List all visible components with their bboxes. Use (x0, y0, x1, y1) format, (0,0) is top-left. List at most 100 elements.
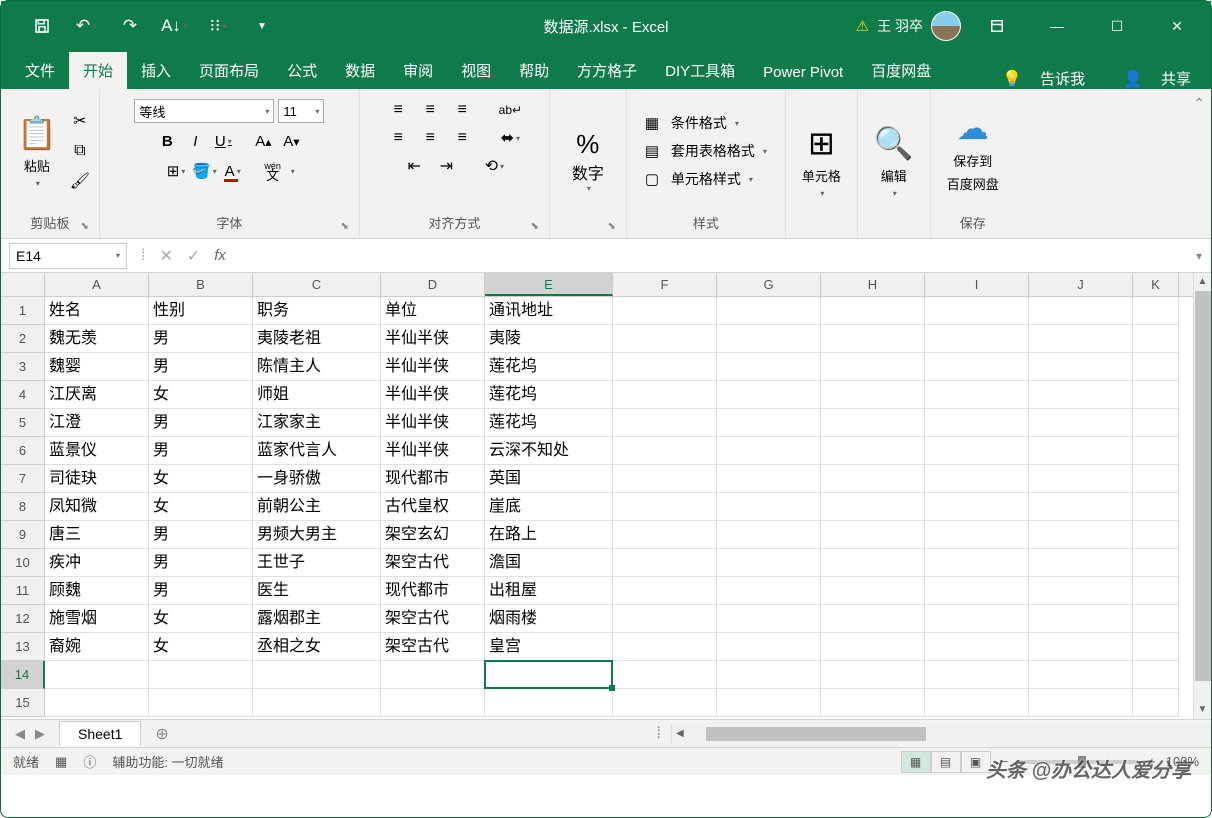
cell[interactable]: 女 (149, 465, 253, 493)
scroll-up-icon[interactable]: ▲ (1194, 273, 1211, 291)
ribbon-mode-icon[interactable] (973, 6, 1021, 46)
save-icon[interactable] (29, 13, 55, 39)
cancel-icon[interactable]: ✕ (159, 246, 172, 266)
cell[interactable] (613, 353, 717, 381)
column-header[interactable]: D (381, 273, 485, 296)
cell[interactable] (613, 325, 717, 353)
cell[interactable] (45, 689, 149, 717)
cell[interactable]: 出租屋 (485, 577, 613, 605)
tab-powerpivot[interactable]: Power Pivot (749, 56, 857, 89)
decrease-font-icon[interactable]: A▾ (279, 129, 303, 153)
cell[interactable]: 莲花坞 (485, 409, 613, 437)
cell[interactable] (381, 661, 485, 689)
cell[interactable]: 架空古代 (381, 549, 485, 577)
cell[interactable] (149, 689, 253, 717)
cell[interactable] (925, 297, 1029, 325)
column-header[interactable]: I (925, 273, 1029, 296)
cell[interactable]: 男 (149, 437, 253, 465)
cells-button[interactable]: ⊞ 单元格 ▾ (794, 120, 849, 202)
cell[interactable] (613, 661, 717, 689)
align-center-icon[interactable]: ≡ (417, 127, 443, 149)
cell[interactable] (1133, 689, 1179, 717)
format-as-table-button[interactable]: ▤套用表格格式▾ (639, 138, 773, 164)
cell[interactable] (717, 381, 821, 409)
cell[interactable]: 男 (149, 325, 253, 353)
cell[interactable] (1133, 493, 1179, 521)
dialog-launcher-icon[interactable]: ⬊ (80, 221, 88, 232)
cell[interactable] (925, 521, 1029, 549)
tab-home[interactable]: 开始 (69, 52, 127, 89)
cell[interactable] (613, 493, 717, 521)
undo-icon[interactable]: ↶▾ (73, 13, 99, 39)
cell[interactable] (717, 521, 821, 549)
cell[interactable] (717, 409, 821, 437)
cell[interactable] (717, 325, 821, 353)
increase-indent-icon[interactable]: ⇥ (433, 155, 459, 177)
cell[interactable] (613, 549, 717, 577)
sheet-nav-next-icon[interactable]: ▶ (35, 726, 45, 742)
cell[interactable]: 皇宫 (485, 633, 613, 661)
cell[interactable] (717, 633, 821, 661)
format-painter-icon[interactable]: 🖌 (69, 170, 91, 192)
add-sheet-icon[interactable]: ⊕ (141, 724, 182, 744)
cell[interactable] (717, 465, 821, 493)
cell[interactable] (485, 661, 613, 689)
cell[interactable] (613, 381, 717, 409)
cell[interactable] (613, 577, 717, 605)
cell[interactable] (1029, 437, 1133, 465)
cell[interactable]: 陈情主人 (253, 353, 381, 381)
conditional-format-button[interactable]: ▦条件格式▾ (639, 110, 773, 136)
tell-me[interactable]: 告诉我 (1040, 68, 1085, 89)
cell[interactable] (821, 549, 925, 577)
cell[interactable] (717, 353, 821, 381)
tab-formula[interactable]: 公式 (273, 52, 331, 89)
cell[interactable] (1029, 493, 1133, 521)
cell[interactable]: 男 (149, 577, 253, 605)
cells-area[interactable]: 姓名性别职务单位通讯地址魏无羡男夷陵老祖半仙半侠夷陵魏婴男陈情主人半仙半侠莲花坞… (45, 297, 1193, 717)
cell[interactable]: 性别 (149, 297, 253, 325)
cell[interactable]: 一身骄傲 (253, 465, 381, 493)
cell[interactable] (717, 493, 821, 521)
row-header[interactable]: 12 (1, 605, 45, 633)
cell[interactable]: 王世子 (253, 549, 381, 577)
cell[interactable]: 女 (149, 381, 253, 409)
cell[interactable] (821, 465, 925, 493)
cut-icon[interactable]: ✂ (69, 110, 91, 132)
cell[interactable] (613, 437, 717, 465)
align-bottom-icon[interactable]: ≡ (449, 99, 475, 121)
cell[interactable]: 职务 (253, 297, 381, 325)
cell[interactable] (1133, 381, 1179, 409)
cell[interactable] (1133, 437, 1179, 465)
cell[interactable] (717, 549, 821, 577)
column-header[interactable]: F (613, 273, 717, 296)
cell[interactable]: 女 (149, 493, 253, 521)
cell[interactable] (717, 605, 821, 633)
cell[interactable] (613, 465, 717, 493)
orientation-icon[interactable]: ⟲▾ (481, 155, 507, 177)
tab-file[interactable]: 文件 (11, 52, 69, 89)
vertical-scrollbar[interactable]: ▲ ▼ (1193, 273, 1211, 719)
cell[interactable]: 架空玄幻 (381, 521, 485, 549)
cell[interactable] (613, 689, 717, 717)
cell[interactable]: 男 (149, 353, 253, 381)
column-header[interactable]: B (149, 273, 253, 296)
page-layout-view-icon[interactable]: ▤ (931, 751, 961, 773)
cell[interactable] (821, 437, 925, 465)
cell[interactable]: 夷陵老祖 (253, 325, 381, 353)
cell[interactable] (1029, 577, 1133, 605)
cell[interactable] (821, 353, 925, 381)
cell[interactable] (717, 577, 821, 605)
cell[interactable]: 魏无羡 (45, 325, 149, 353)
cell[interactable] (381, 689, 485, 717)
cell[interactable]: 半仙半侠 (381, 381, 485, 409)
edit-button[interactable]: 🔍 编辑 ▾ (866, 120, 922, 202)
cell[interactable] (925, 549, 1029, 577)
cell[interactable] (925, 409, 1029, 437)
cell[interactable] (149, 661, 253, 689)
cell[interactable] (717, 297, 821, 325)
save-baidu-button[interactable]: ☁ 保存到 百度网盘 (939, 105, 1007, 197)
cell[interactable]: 丞相之女 (253, 633, 381, 661)
cell[interactable] (821, 325, 925, 353)
cell[interactable]: 崖底 (485, 493, 613, 521)
cell[interactable] (613, 605, 717, 633)
